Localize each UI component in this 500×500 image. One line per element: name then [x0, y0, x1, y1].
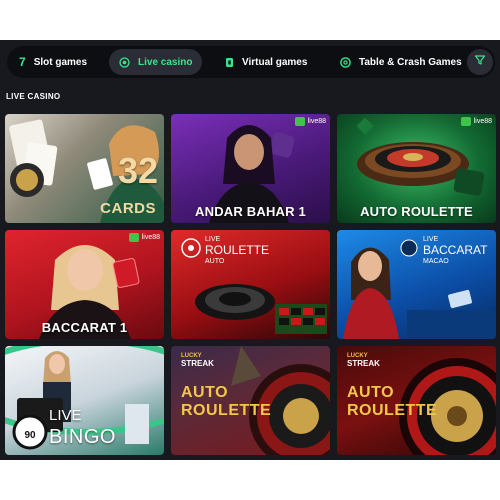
chip-icon [340, 56, 351, 68]
provider-label: live88 [307, 118, 326, 125]
live88-logo-icon [460, 117, 471, 126]
tile-title: ANDAR BAHAR 1 [195, 204, 306, 219]
filter-icon [474, 53, 486, 71]
nav-label: Table & Crash Games [359, 56, 462, 68]
nav-label: Virtual games [242, 56, 308, 68]
gold-line-1: AUTO [347, 384, 395, 401]
gold-line-2: ROULETTE [347, 402, 438, 419]
nav-live-casino[interactable]: Live casino [109, 49, 203, 75]
lucky-streak-logo: LUCKY STREAK [181, 352, 214, 368]
provider-label: live88 [473, 118, 492, 125]
game-tile-32-cards[interactable]: 32 CARDS [5, 114, 164, 223]
live88-logo-icon [294, 117, 305, 126]
logo-streak: STREAK [181, 359, 214, 368]
provider-badge: live88 [294, 117, 326, 126]
tile-big-number: 32 [117, 150, 158, 191]
filter-button[interactable] [467, 49, 493, 75]
game-tile-andar-bahar[interactable]: live88 ANDAR BAHAR 1 [171, 114, 330, 223]
nav-table-crash-games[interactable]: Table & Crash Games [340, 49, 462, 75]
game-tile-lucky-streak-auto-roulette-1[interactable]: LUCKY STREAK AUTO ROULETTE [171, 346, 330, 455]
card-icon [225, 57, 234, 68]
category-nav: 7 Slot games Live casino Virtual games T… [7, 46, 495, 78]
game-tile-live-roulette-auto[interactable]: LIVE ROULETTE AUTO [171, 230, 330, 339]
tile-gold-title: AUTO ROULETTE [181, 384, 271, 420]
tile-sub-text: CARDS [100, 200, 156, 217]
brand-main: ROULETTE [205, 243, 270, 257]
section-title: LIVE CASINO [6, 92, 61, 101]
gold-line-2: ROULETTE [181, 402, 272, 419]
game-tile-auto-roulette-live88[interactable]: live88 AUTO ROULETTE [337, 114, 496, 223]
brand-sub: MACAO [423, 258, 449, 265]
nav-slot-games[interactable]: 7 Slot games [19, 49, 87, 75]
tile-title: BACCARAT 1 [41, 320, 128, 335]
brand-sub: AUTO [205, 258, 225, 265]
logo-streak: STREAK [347, 359, 380, 368]
game-tile-live-baccarat-macao[interactable]: LIVE BACCARAT MACAO [337, 230, 496, 339]
brand-main: BINGO [49, 426, 116, 448]
provider-badge: live88 [128, 233, 160, 242]
game-tile-live-bingo[interactable]: 90 LIVE BINGO [5, 346, 164, 455]
nav-label: Live casino [138, 56, 193, 68]
game-tile-lucky-streak-auto-roulette-2[interactable]: LUCKY STREAK AUTO ROULETTE [337, 346, 496, 455]
brand-top: LIVE [423, 236, 439, 243]
brand-top: LIVE [49, 407, 82, 424]
provider-label: live88 [141, 234, 160, 241]
app-window: 7 Slot games Live casino Virtual games T… [0, 40, 500, 460]
lucky-streak-logo: LUCKY STREAK [347, 352, 380, 368]
seven-icon: 7 [19, 55, 26, 69]
tile-gold-title: AUTO ROULETTE [347, 384, 437, 420]
live-dot-icon [119, 56, 130, 68]
brand-top: LIVE [205, 236, 221, 243]
brand-main: BACCARAT [423, 243, 488, 257]
provider-badge: live88 [460, 117, 492, 126]
game-tile-baccarat-1[interactable]: live88 BACCARAT 1 [5, 230, 164, 339]
live88-logo-icon [128, 233, 139, 242]
nav-virtual-games[interactable]: Virtual games [225, 49, 307, 75]
bingo-ball-number: 90 [24, 430, 36, 441]
tile-title: AUTO ROULETTE [360, 204, 473, 219]
nav-label: Slot games [33, 56, 88, 68]
gold-line-1: AUTO [181, 384, 229, 401]
